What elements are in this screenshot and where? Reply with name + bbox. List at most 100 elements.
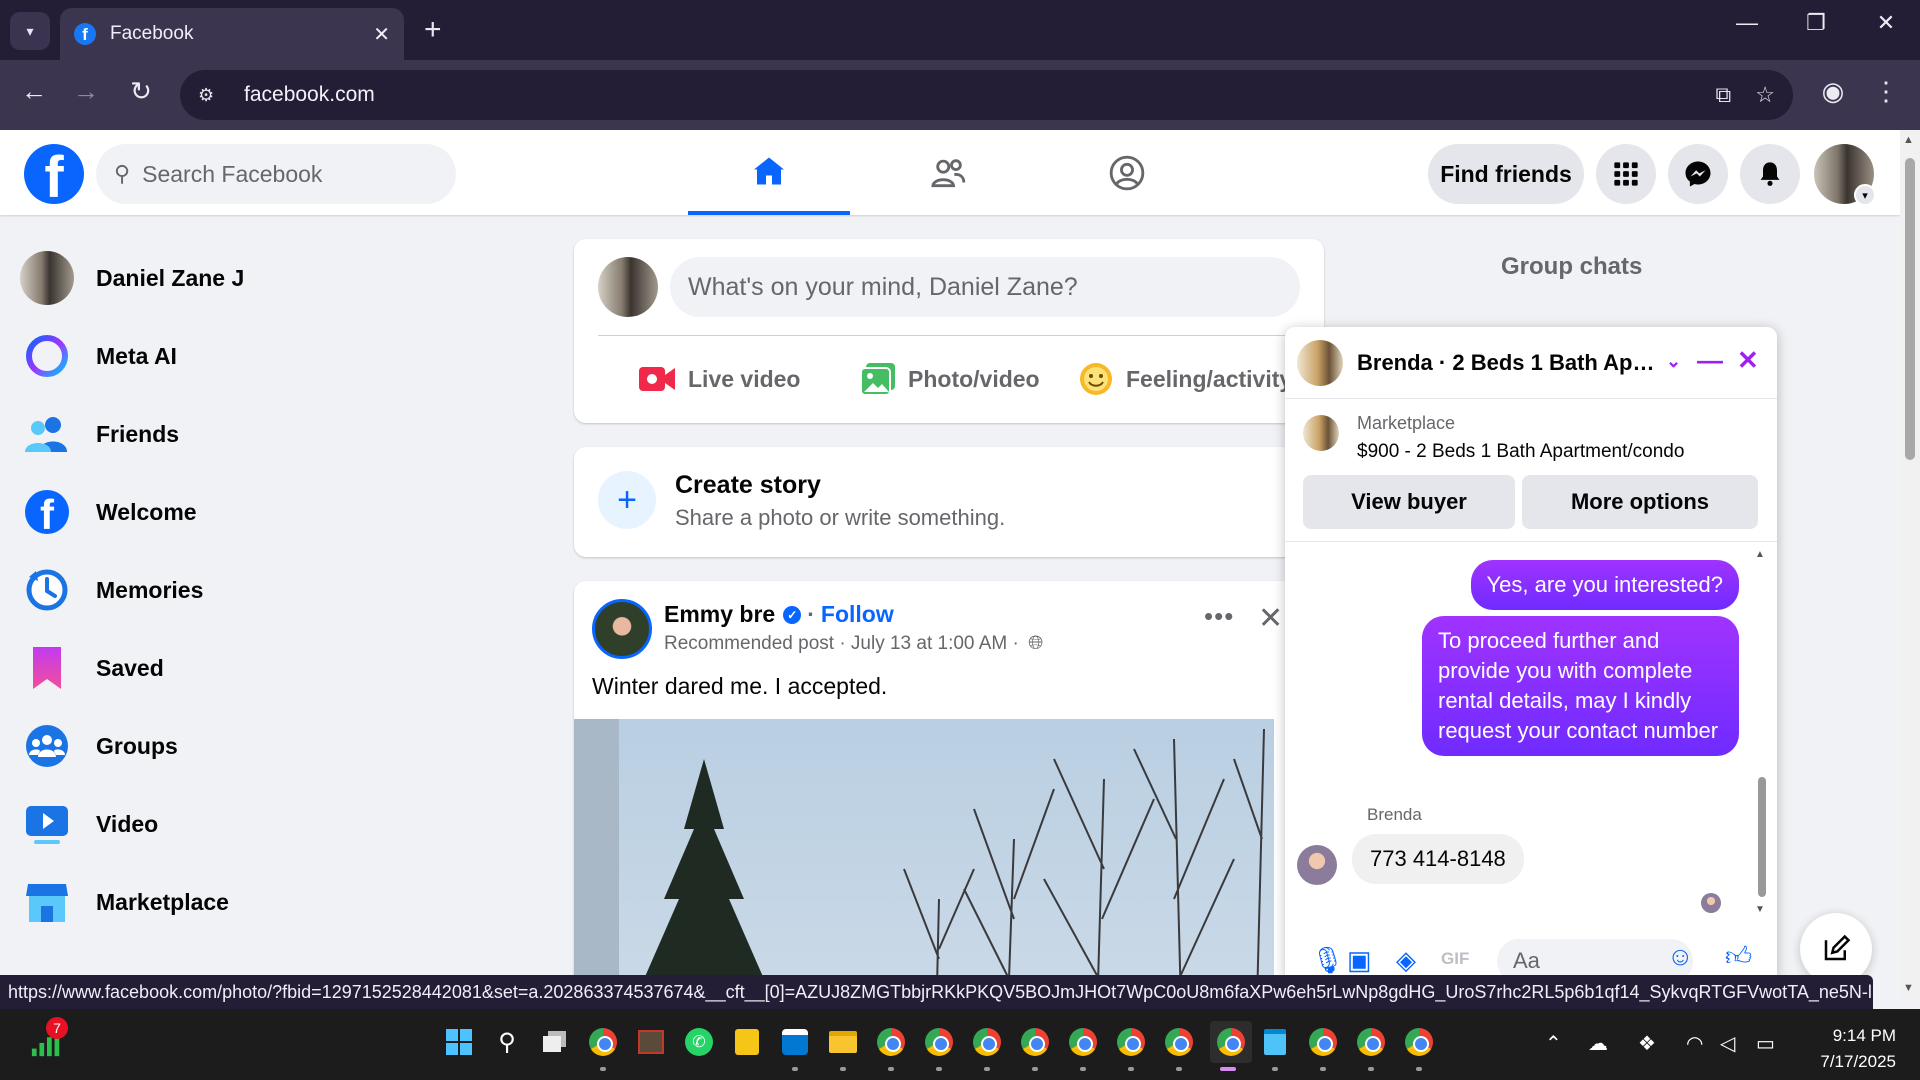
thumbs-up-icon[interactable]: 👍︎ (1725, 941, 1752, 972)
sidebar-item-groups[interactable]: Groups (20, 711, 540, 781)
browser-menu-icon[interactable]: ⋮ (1866, 76, 1906, 107)
more-options-icon[interactable]: ••• (1204, 601, 1234, 632)
address-bar[interactable]: ⚙ facebook.com ⧉ ☆ (180, 70, 1793, 120)
create-story-card[interactable]: + Create story Share a photo or write so… (574, 447, 1324, 557)
battery-icon[interactable]: ▭ (1756, 1031, 1775, 1056)
profile-icon[interactable]: ◉ (1813, 76, 1853, 107)
whatsapp-icon[interactable]: ✆ (682, 1025, 716, 1059)
taskbar-search-icon[interactable]: ⚲ (490, 1025, 524, 1059)
sidebar-item-meta-ai[interactable]: Meta AI (20, 321, 540, 391)
chat-title[interactable]: Brenda · 2 Beds 1 Bath Apartment/condo (1357, 350, 1657, 376)
sidebar-item-welcome[interactable]: f Welcome (20, 477, 540, 547)
chrome-taskbar-icon-active[interactable] (1210, 1021, 1252, 1063)
site-info-icon[interactable]: ⚙ (198, 85, 228, 106)
follow-button[interactable]: Follow (821, 601, 894, 628)
scroll-down-icon[interactable]: ▼ (1755, 904, 1765, 915)
install-app-icon[interactable]: ⧉ (1716, 82, 1732, 108)
stocks-widget-icon[interactable]: 7 (30, 1017, 68, 1059)
microphone-icon[interactable]: 🎙︎ (1311, 945, 1344, 976)
chrome-taskbar-icon[interactable] (1018, 1025, 1052, 1059)
feeling-activity-button[interactable]: Feeling/activity (1078, 359, 1292, 399)
notepad-icon[interactable] (1258, 1025, 1292, 1059)
live-video-button[interactable]: Live video (638, 359, 800, 399)
sidebar-item-profile[interactable]: Daniel Zane J (20, 243, 540, 313)
chrome-taskbar-icon[interactable] (874, 1025, 908, 1059)
store-icon[interactable] (778, 1025, 812, 1059)
chat-chevron-down-icon[interactable]: ⌄ (1666, 351, 1681, 372)
browser-tab-facebook[interactable]: f Facebook ✕ (60, 8, 404, 60)
nav-tab-profile[interactable] (1046, 130, 1208, 215)
tab-close-icon[interactable]: ✕ (373, 22, 390, 47)
page-scrollbar[interactable]: ▲ ▼ (1900, 130, 1920, 1000)
chat-minimize-icon[interactable]: — (1697, 345, 1723, 376)
facebook-logo-icon[interactable]: f (24, 144, 84, 204)
attach-photo-icon[interactable]: ▣ (1347, 945, 1372, 976)
post-author-avatar[interactable] (592, 599, 652, 659)
sidebar-item-video[interactable]: Video (20, 789, 540, 859)
chrome-taskbar-icon[interactable] (1354, 1025, 1388, 1059)
sidebar-item-marketplace[interactable]: Marketplace (20, 867, 540, 937)
menu-button[interactable] (1596, 144, 1656, 204)
hide-post-icon[interactable]: ✕ (1258, 601, 1283, 636)
dropbox-icon[interactable]: ❖ (1638, 1031, 1656, 1056)
page-scroll-up-icon[interactable]: ▲ (1903, 134, 1914, 146)
page-scroll-thumb[interactable] (1905, 158, 1915, 460)
find-friends-button[interactable]: Find friends (1428, 144, 1584, 204)
back-icon[interactable]: ← (14, 76, 54, 107)
chat-header[interactable]: Brenda · 2 Beds 1 Bath Apartment/condo ⌄… (1285, 327, 1777, 399)
chrome-taskbar-icon[interactable] (1066, 1025, 1100, 1059)
sticker-icon[interactable]: ◈ (1396, 945, 1416, 976)
view-buyer-button[interactable]: View buyer (1303, 475, 1515, 529)
restore-icon[interactable]: ❐ (1796, 10, 1836, 36)
wifi-icon[interactable]: ◠ (1686, 1031, 1703, 1056)
window-close-icon[interactable]: ✕ (1866, 10, 1906, 36)
task-view-icon[interactable] (538, 1025, 572, 1059)
account-avatar[interactable]: ▾ (1814, 144, 1876, 206)
messenger-button[interactable] (1668, 144, 1728, 204)
clock[interactable]: 9:14 PM 7/17/2025 (1800, 1023, 1896, 1075)
new-tab-icon[interactable]: + (424, 12, 442, 48)
post-photo[interactable] (574, 719, 1274, 1001)
listing-title[interactable]: $900 - 2 Beds 1 Bath Apartment/condo (1357, 441, 1684, 463)
file-explorer-icon[interactable] (826, 1025, 860, 1059)
nav-tab-home[interactable] (688, 130, 850, 215)
chrome-taskbar-icon[interactable] (1402, 1025, 1436, 1059)
gif-icon[interactable]: GIF (1441, 949, 1469, 969)
sidebar-item-saved[interactable]: Saved (20, 633, 540, 703)
notifications-button[interactable] (1740, 144, 1800, 204)
search-input[interactable] (142, 160, 403, 188)
windows-start-icon[interactable] (442, 1025, 476, 1059)
tab-search-chevron-icon[interactable]: ▾ (10, 12, 50, 50)
chrome-taskbar-icon[interactable] (970, 1025, 1004, 1059)
tray-chevron-up-icon[interactable]: ⌃ (1545, 1031, 1562, 1056)
reload-icon[interactable]: ↻ (121, 76, 161, 107)
bookmark-star-icon[interactable]: ☆ (1755, 82, 1775, 108)
scroll-up-icon[interactable]: ▲ (1755, 549, 1765, 560)
search-box[interactable]: ⚲ (96, 144, 456, 204)
composer-input[interactable]: What's on your mind, Daniel Zane? (670, 257, 1300, 317)
sidebar-item-friends[interactable]: Friends (20, 399, 540, 469)
forward-icon[interactable]: → (66, 76, 106, 107)
chrome-taskbar-icon[interactable] (922, 1025, 956, 1059)
message-input[interactable] (1497, 939, 1693, 977)
page-scroll-down-icon[interactable]: ▼ (1903, 982, 1914, 994)
chrome-taskbar-icon[interactable] (1114, 1025, 1148, 1059)
post-card: Emmy bre ✓ · Follow Recommended post · J… (574, 581, 1324, 1001)
nav-tab-friends[interactable] (867, 130, 1029, 215)
volume-icon[interactable]: ◁ (1720, 1031, 1735, 1056)
emoji-icon[interactable]: ☺ (1667, 941, 1694, 972)
onedrive-icon[interactable]: ☁ (1588, 1031, 1608, 1056)
app-taskbar-icon[interactable] (634, 1025, 668, 1059)
sidebar-item-memories[interactable]: Memories (20, 555, 540, 625)
post-author-name[interactable]: Emmy bre (664, 601, 775, 628)
url-text[interactable]: facebook.com (244, 83, 1692, 107)
chrome-taskbar-icon[interactable] (1306, 1025, 1340, 1059)
minimize-icon[interactable]: — (1727, 10, 1767, 36)
photo-video-button[interactable]: Photo/video (860, 359, 1040, 399)
more-options-button[interactable]: More options (1522, 475, 1758, 529)
sticky-notes-icon[interactable] (730, 1025, 764, 1059)
chat-scroll-thumb[interactable] (1758, 777, 1766, 897)
chat-close-icon[interactable]: ✕ (1737, 345, 1759, 376)
chrome-taskbar-icon[interactable] (586, 1025, 620, 1059)
chrome-taskbar-icon[interactable] (1162, 1025, 1196, 1059)
